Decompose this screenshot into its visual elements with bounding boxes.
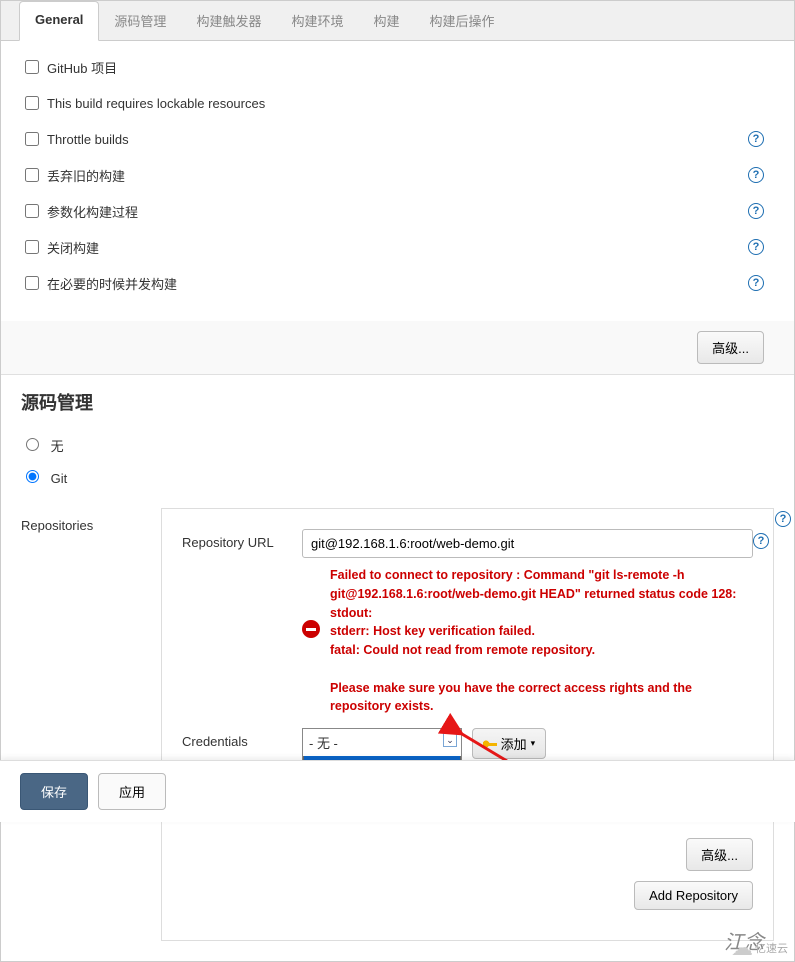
key-icon [483,739,497,749]
label-lockable: This build requires lockable resources [47,96,265,111]
label-scm-git: Git [51,471,68,486]
checkbox-disable-build[interactable] [25,240,39,254]
checkbox-parameterized[interactable] [25,204,39,218]
label-github-project: GitHub 项目 [47,58,117,77]
help-icon[interactable]: ? [748,131,764,147]
credentials-label: Credentials [182,728,302,749]
checkbox-concurrent[interactable] [25,276,39,290]
add-credentials-button[interactable]: 添加 ▾ [472,728,547,759]
advanced-button[interactable]: 高级... [697,331,764,364]
help-icon[interactable]: ? [748,275,764,291]
help-icon[interactable]: ? [748,203,764,219]
save-button[interactable]: 保存 [20,773,88,810]
advanced-button-repo[interactable]: 高级... [686,838,753,871]
tab-env[interactable]: 构建环境 [276,1,358,40]
label-discard-old: 丢弃旧的构建 [47,166,125,185]
cloud-icon: ☁ [731,935,753,961]
label-disable-build: 关闭构建 [47,238,99,257]
error-message: Failed to connect to repository : Comman… [302,558,753,724]
help-icon[interactable]: ? [753,533,769,549]
repo-url-label: Repository URL [182,529,302,550]
label-parameterized: 参数化构建过程 [47,202,138,221]
apply-button[interactable]: 应用 [98,773,166,810]
help-icon[interactable]: ? [775,511,791,527]
label-concurrent: 在必要的时候并发构建 [47,274,177,293]
checkbox-lockable[interactable] [25,96,39,110]
checkbox-github-project[interactable] [25,60,39,74]
tab-build[interactable]: 构建 [358,1,414,40]
chevron-down-icon: ⌄ [443,733,457,747]
error-icon [302,620,320,638]
tab-post[interactable]: 构建后操作 [414,1,509,40]
radio-scm-git[interactable] [26,470,39,483]
tab-general[interactable]: General [19,1,99,41]
repo-url-input[interactable] [302,529,753,558]
add-repository-button[interactable]: Add Repository [634,881,753,910]
label-throttle: Throttle builds [47,132,129,147]
help-icon[interactable]: ? [748,239,764,255]
tab-triggers[interactable]: 构建触发器 [181,1,276,40]
checkbox-throttle[interactable] [25,132,39,146]
tab-scm[interactable]: 源码管理 [99,1,181,40]
chevron-down-icon: ▾ [531,738,536,749]
scm-heading: 源码管理 [1,374,794,419]
help-icon[interactable]: ? [748,167,764,183]
watermark-logo: ☁ 亿速云 [731,935,788,961]
repositories-label: Repositories [21,508,161,941]
radio-scm-none[interactable] [26,438,39,451]
label-scm-none: 无 [51,439,64,454]
checkbox-discard-old[interactable] [25,168,39,182]
